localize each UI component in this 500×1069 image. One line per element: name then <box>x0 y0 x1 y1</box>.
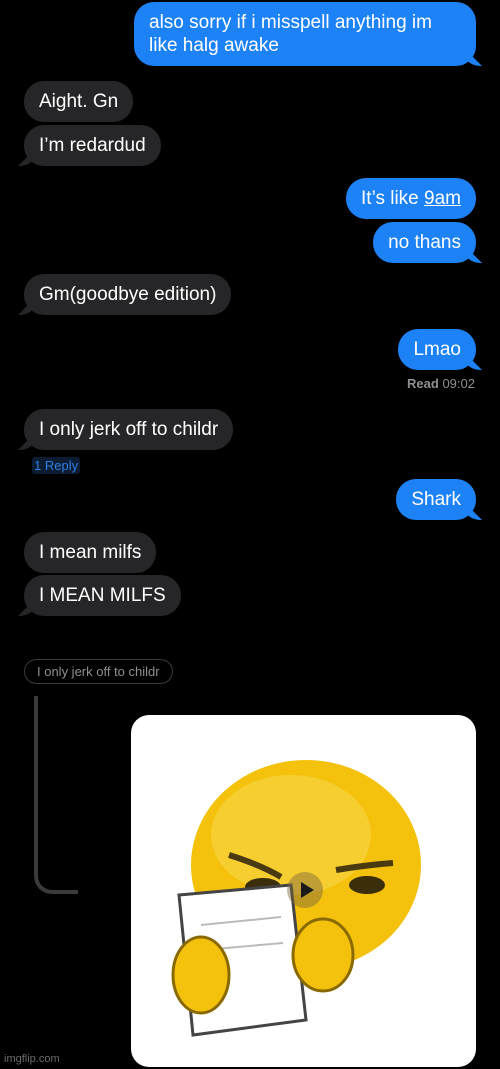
message-text: also sorry if i misspell anything im lik… <box>149 12 432 56</box>
message-text: I MEAN MILFS <box>39 585 166 606</box>
message-text: It’s like <box>361 188 425 209</box>
watermark: imgflip.com <box>4 1053 60 1065</box>
play-icon[interactable] <box>287 872 323 908</box>
message-bubble-sent[interactable]: It’s like 9am <box>346 178 476 219</box>
message-bubble-received[interactable]: I MEAN MILFS <box>24 575 181 616</box>
message-text: Lmao <box>413 339 461 360</box>
message-bubble-received[interactable]: Aight. Gn <box>24 81 134 122</box>
thread-connector-line <box>34 696 78 894</box>
quoted-reply-bubble[interactable]: I only jerk off to childr <box>24 659 173 684</box>
message-bubble-sent[interactable]: also sorry if i misspell anything im lik… <box>134 2 476 66</box>
conversation-view: also sorry if i misspell anything im lik… <box>0 0 500 1069</box>
message-bubble-sent[interactable]: Shark <box>396 479 476 520</box>
message-text: Aight. Gn <box>39 91 119 112</box>
message-bubble-received[interactable]: I’m redardud <box>24 125 161 166</box>
quoted-text: I only jerk off to childr <box>37 664 160 679</box>
message-bubble-received[interactable]: I mean milfs <box>24 532 157 573</box>
message-bubble-sent[interactable]: no thans <box>373 222 476 263</box>
read-label: Read <box>407 376 439 391</box>
message-text: Gm(goodbye edition) <box>39 284 217 305</box>
time-link[interactable]: 9am <box>424 188 461 209</box>
message-text: I’m redardud <box>39 135 146 156</box>
read-time: 09:02 <box>442 376 475 391</box>
thread-reply-link[interactable]: 1 Reply <box>32 457 81 474</box>
read-receipt: Read 09:02 <box>407 376 475 391</box>
message-bubble-received[interactable]: I only jerk off to childr <box>24 409 234 450</box>
message-text: I mean milfs <box>39 542 142 563</box>
message-text: I only jerk off to childr <box>39 419 219 440</box>
message-text: Shark <box>411 489 461 510</box>
message-bubble-received[interactable]: Gm(goodbye edition) <box>24 274 232 315</box>
message-bubble-sent[interactable]: Lmao <box>398 329 476 370</box>
message-text: no thans <box>388 232 461 253</box>
